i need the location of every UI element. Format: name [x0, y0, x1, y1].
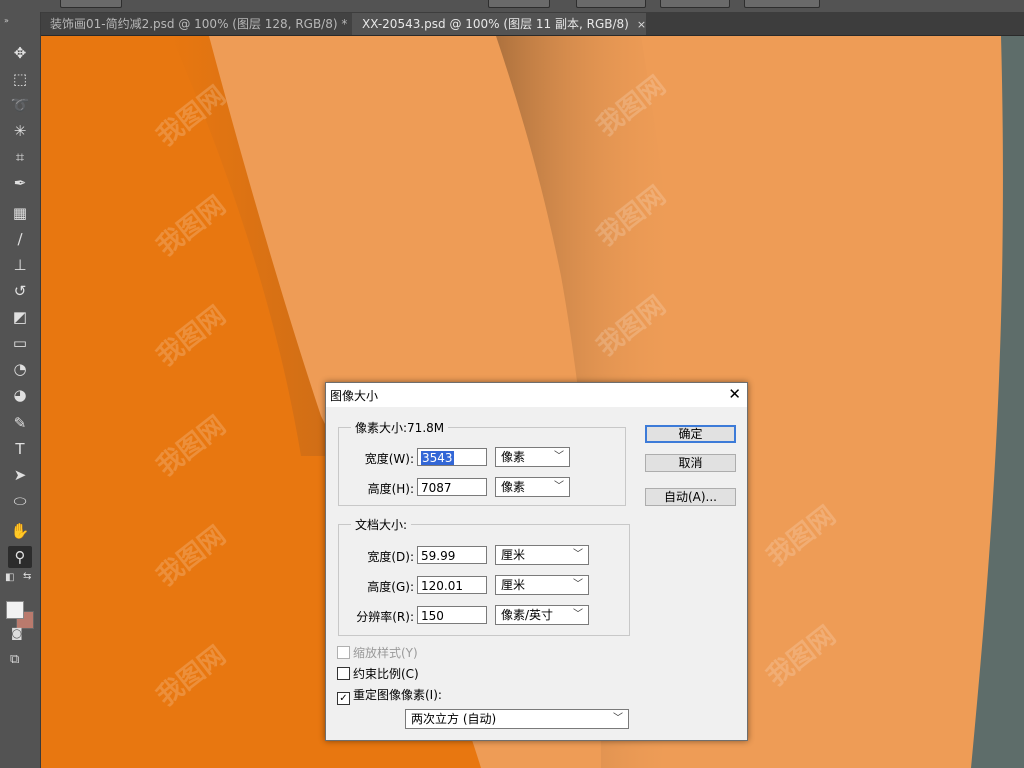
doc-width-input[interactable]: 59.99 — [417, 546, 487, 564]
dialog-title: 图像大小 — [330, 389, 379, 403]
chevron-down-icon: ﹀ — [573, 579, 583, 590]
chevron-down-icon: ﹀ — [573, 609, 583, 620]
eraser-tool-icon[interactable]: ◩ — [8, 306, 32, 328]
dodge-tool-icon[interactable]: ◕ — [8, 384, 32, 406]
resolution-unit: 像素/英寸 — [501, 608, 554, 622]
tools-panel: » ✥ ⬚ ➰ ✳ ⌗ ✒ ▦ ∕ ⊥ ↺ ◩ ▭ ◔ ◕ ✎ T ➤ ⬭ ✋ … — [0, 12, 41, 768]
chevron-down-icon: ﹀ — [573, 549, 583, 560]
checkbox-box — [337, 646, 350, 659]
clone-stamp-tool-icon[interactable]: ⊥ — [8, 254, 32, 276]
resolution-label: 分辨率(R): — [356, 610, 414, 624]
gradient-tool-icon[interactable]: ▭ — [8, 332, 32, 354]
zoom-tool-icon[interactable]: ⚲ — [8, 546, 32, 568]
dialog-title-bar[interactable]: 图像大小 ✕ — [326, 383, 747, 407]
resolution-input[interactable]: 150 — [417, 606, 487, 624]
history-brush-tool-icon[interactable]: ↺ — [8, 280, 32, 302]
pixel-width-label: 宽度(W): — [364, 452, 414, 466]
options-button[interactable] — [576, 0, 646, 8]
scale-styles-checkbox[interactable]: 缩放样式(Y) — [337, 644, 418, 661]
chevron-down-icon: ﹀ — [613, 713, 623, 724]
path-selection-tool-icon[interactable]: ➤ — [8, 464, 32, 486]
close-tab-icon[interactable]: × — [637, 18, 646, 31]
pen-tool-icon[interactable]: ✎ — [8, 412, 32, 434]
cancel-button[interactable]: 取消 — [645, 454, 736, 472]
ellipse-tool-icon[interactable]: ⬭ — [8, 490, 32, 512]
check-icon: ✓ — [337, 692, 350, 705]
healing-brush-tool-icon[interactable]: ▦ — [8, 202, 32, 224]
constrain-proportions-checkbox[interactable]: 约束比例(C) — [337, 665, 419, 682]
document-tab-bar: 装饰画01-简约减2.psd @ 100% (图层 128, RGB/8) *×… — [40, 12, 1024, 36]
screen-mode-icon[interactable]: ⧉ — [10, 652, 19, 667]
options-button[interactable] — [660, 0, 730, 8]
doc-height-unit-select[interactable]: 厘米 ﹀ — [495, 575, 589, 595]
image-size-dialog: 图像大小 ✕ 像素大小:71.8M 宽度(W): 3543 像素 ﹀ 高度(H):… — [325, 382, 748, 741]
tab-label: XX-20543.psd @ 100% (图层 11 副本, RGB/8) — [362, 17, 629, 31]
resample-image-checkbox[interactable]: ✓ 重定图像像素(I): — [337, 686, 442, 705]
type-tool-icon[interactable]: T — [8, 438, 32, 460]
auto-button[interactable]: 自动(A)... — [645, 488, 736, 506]
hand-tool-icon[interactable]: ✋ — [8, 520, 32, 542]
pixel-height-unit-select[interactable]: 像素 ﹀ — [495, 477, 570, 497]
constrain-proportions-label: 约束比例(C) — [353, 667, 419, 681]
resample-image-label: 重定图像像素(I): — [353, 688, 442, 702]
doc-width-unit: 厘米 — [501, 548, 526, 562]
eyedropper-tool-icon[interactable]: ✒ — [8, 172, 32, 194]
options-button[interactable] — [744, 0, 820, 8]
doc-height-unit: 厘米 — [501, 578, 526, 592]
pixel-width-input[interactable]: 3543 — [417, 448, 487, 466]
doc-width-unit-select[interactable]: 厘米 ﹀ — [495, 545, 589, 565]
document-tab[interactable]: 装饰画01-简约减2.psd @ 100% (图层 128, RGB/8) *× — [40, 13, 365, 35]
magic-wand-tool-icon[interactable]: ✳ — [8, 120, 32, 142]
checkbox-box — [337, 667, 350, 680]
resample-method-select[interactable]: 两次立方 (自动) ﹀ — [405, 709, 629, 729]
resolution-unit-select[interactable]: 像素/英寸 ﹀ — [495, 605, 589, 625]
marquee-tool-icon[interactable]: ⬚ — [8, 68, 32, 90]
chevron-down-icon: ﹀ — [554, 451, 564, 462]
crop-tool-icon[interactable]: ⌗ — [8, 146, 32, 168]
panel-collapse-icon[interactable]: » — [4, 16, 9, 25]
lasso-tool-icon[interactable]: ➰ — [8, 94, 32, 116]
ok-button[interactable]: 确定 — [645, 425, 736, 443]
scale-styles-label: 缩放样式(Y) — [353, 646, 418, 660]
pixel-width-value: 3543 — [421, 451, 454, 465]
brush-tool-icon[interactable]: ∕ — [8, 228, 32, 250]
foreground-color-swatch[interactable] — [6, 601, 24, 619]
default-colors-icon[interactable]: ◧ — [5, 572, 14, 583]
tab-label: 装饰画01-简约减2.psd @ 100% (图层 128, RGB/8) * — [50, 17, 348, 31]
doc-width-label: 宽度(D): — [367, 550, 414, 564]
pixel-width-unit: 像素 — [501, 450, 526, 464]
pixel-height-input[interactable]: 7087 — [417, 478, 487, 496]
document-tab-active[interactable]: XX-20543.psd @ 100% (图层 11 副本, RGB/8) × — [352, 13, 646, 35]
doc-height-label: 高度(G): — [367, 580, 414, 594]
pixel-height-label: 高度(H): — [367, 482, 414, 496]
pixel-dimensions-legend: 像素大小:71.8M — [351, 419, 449, 436]
blur-tool-icon[interactable]: ◔ — [8, 358, 32, 380]
pixel-height-unit: 像素 — [501, 480, 526, 494]
doc-height-input[interactable]: 120.01 — [417, 576, 487, 594]
options-button[interactable] — [488, 0, 550, 8]
chevron-down-icon: ﹀ — [554, 481, 564, 492]
swap-colors-icon[interactable]: ⇆ — [23, 571, 31, 582]
options-button[interactable] — [60, 0, 122, 8]
quick-mask-icon[interactable]: ◙ — [11, 626, 23, 640]
document-size-legend: 文档大小: — [351, 516, 412, 533]
close-icon[interactable]: ✕ — [728, 385, 741, 403]
resample-method-value: 两次立方 (自动) — [411, 712, 497, 726]
move-tool-icon[interactable]: ✥ — [8, 42, 32, 64]
pixel-width-unit-select[interactable]: 像素 ﹀ — [495, 447, 570, 467]
